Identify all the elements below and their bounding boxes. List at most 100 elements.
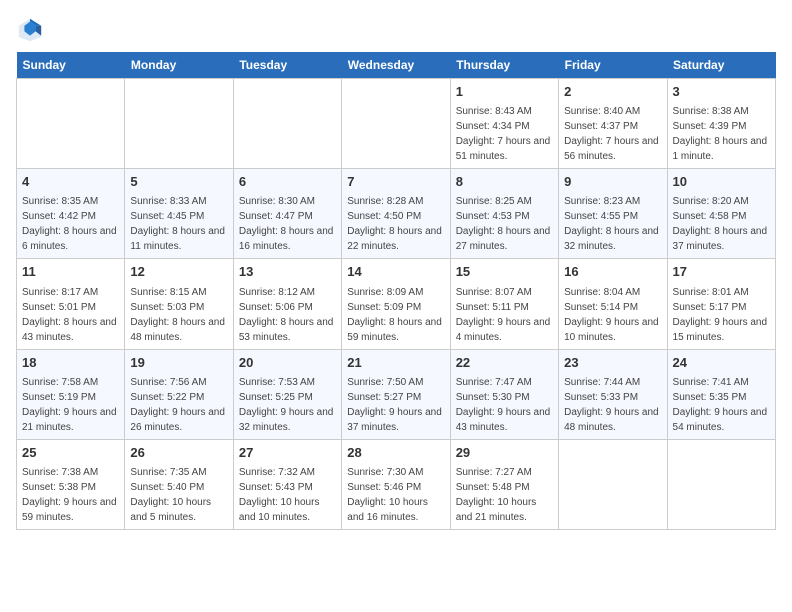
day-number: 1 [456,83,553,101]
day-number: 13 [239,263,336,281]
day-number: 11 [22,263,119,281]
calendar-table: SundayMondayTuesdayWednesdayThursdayFrid… [16,52,776,530]
calendar-cell: 21 Sunrise: 7:50 AMSunset: 5:27 PMDayligh… [342,349,450,439]
calendar-cell: 29 Sunrise: 7:27 AMSunset: 5:48 PMDayligh… [450,439,558,529]
day-number: 17 [673,263,770,281]
calendar-cell: 20 Sunrise: 7:53 AMSunset: 5:25 PMDayligh… [233,349,341,439]
day-info: Sunrise: 7:47 AMSunset: 5:30 PMDaylight:… [456,375,553,435]
calendar-week-row: 4 Sunrise: 8:35 AMSunset: 4:42 PMDaylight… [17,169,776,259]
calendar-cell: 25 Sunrise: 7:38 AMSunset: 5:38 PMDayligh… [17,439,125,529]
day-info: Sunrise: 7:27 AMSunset: 5:48 PMDaylight:… [456,465,553,525]
calendar-cell: 2 Sunrise: 8:40 AMSunset: 4:37 PMDaylight… [559,79,667,169]
calendar-cell: 26 Sunrise: 7:35 AMSunset: 5:40 PMDayligh… [125,439,233,529]
day-number: 24 [673,354,770,372]
day-info: Sunrise: 8:28 AMSunset: 4:50 PMDaylight:… [347,194,444,254]
day-number: 22 [456,354,553,372]
day-number: 9 [564,173,661,191]
weekday-header-monday: Monday [125,52,233,79]
calendar-cell: 12 Sunrise: 8:15 AMSunset: 5:03 PMDayligh… [125,259,233,349]
calendar-cell: 11 Sunrise: 8:17 AMSunset: 5:01 PMDayligh… [17,259,125,349]
day-number: 26 [130,444,227,462]
day-number: 20 [239,354,336,372]
calendar-cell: 17Sunrise: 8:01 AMSunset: 5:17 PMDayligh… [667,259,775,349]
calendar-cell: 16Sunrise: 8:04 AMSunset: 5:14 PMDayligh… [559,259,667,349]
day-number: 12 [130,263,227,281]
calendar-cell: 5 Sunrise: 8:33 AMSunset: 4:45 PMDaylight… [125,169,233,259]
calendar-cell: 23 Sunrise: 7:44 AMSunset: 5:33 PMDayligh… [559,349,667,439]
day-info: Sunrise: 7:53 AMSunset: 5:25 PMDaylight:… [239,375,336,435]
weekday-header-row: SundayMondayTuesdayWednesdayThursdayFrid… [17,52,776,79]
day-info: Sunrise: 8:07 AMSunset: 5:11 PMDaylight:… [456,285,553,345]
day-info: Sunrise: 7:41 AMSunset: 5:35 PMDaylight:… [673,375,770,435]
day-info: Sunrise: 8:23 AMSunset: 4:55 PMDaylight:… [564,194,661,254]
weekday-header-saturday: Saturday [667,52,775,79]
day-number: 19 [130,354,227,372]
day-info: Sunrise: 8:38 AMSunset: 4:39 PMDaylight:… [673,104,770,164]
calendar-cell [125,79,233,169]
calendar-cell: 27 Sunrise: 7:32 AMSunset: 5:43 PMDayligh… [233,439,341,529]
calendar-cell: 14Sunrise: 8:09 AMSunset: 5:09 PMDayligh… [342,259,450,349]
day-info: Sunrise: 8:25 AMSunset: 4:53 PMDaylight:… [456,194,553,254]
day-number: 10 [673,173,770,191]
day-info: Sunrise: 8:40 AMSunset: 4:37 PMDaylight:… [564,104,661,164]
calendar-cell: 22 Sunrise: 7:47 AMSunset: 5:30 PMDayligh… [450,349,558,439]
day-number: 21 [347,354,444,372]
calendar-cell [559,439,667,529]
calendar-cell: 19 Sunrise: 7:56 AMSunset: 5:22 PMDayligh… [125,349,233,439]
day-info: Sunrise: 7:38 AMSunset: 5:38 PMDaylight:… [22,465,119,525]
calendar-cell: 9 Sunrise: 8:23 AMSunset: 4:55 PMDaylight… [559,169,667,259]
day-info: Sunrise: 7:50 AMSunset: 5:27 PMDaylight:… [347,375,444,435]
calendar-week-row: 18Sunrise: 7:58 AMSunset: 5:19 PMDayligh… [17,349,776,439]
day-number: 5 [130,173,227,191]
day-number: 14 [347,263,444,281]
calendar-cell: 6 Sunrise: 8:30 AMSunset: 4:47 PMDaylight… [233,169,341,259]
day-info: Sunrise: 8:35 AMSunset: 4:42 PMDaylight:… [22,194,119,254]
weekday-header-sunday: Sunday [17,52,125,79]
day-number: 7 [347,173,444,191]
day-info: Sunrise: 8:43 AMSunset: 4:34 PMDaylight:… [456,104,553,164]
weekday-header-tuesday: Tuesday [233,52,341,79]
day-info: Sunrise: 8:12 AMSunset: 5:06 PMDaylight:… [239,285,336,345]
calendar-cell: 10Sunrise: 8:20 AMSunset: 4:58 PMDayligh… [667,169,775,259]
day-number: 4 [22,173,119,191]
day-info: Sunrise: 7:56 AMSunset: 5:22 PMDaylight:… [130,375,227,435]
day-info: Sunrise: 7:35 AMSunset: 5:40 PMDaylight:… [130,465,227,525]
logo [16,16,48,44]
day-number: 6 [239,173,336,191]
logo-icon [16,16,44,44]
calendar-cell: 15Sunrise: 8:07 AMSunset: 5:11 PMDayligh… [450,259,558,349]
day-number: 23 [564,354,661,372]
day-info: Sunrise: 7:44 AMSunset: 5:33 PMDaylight:… [564,375,661,435]
day-number: 28 [347,444,444,462]
day-number: 3 [673,83,770,101]
day-number: 27 [239,444,336,462]
day-info: Sunrise: 8:04 AMSunset: 5:14 PMDaylight:… [564,285,661,345]
day-info: Sunrise: 8:33 AMSunset: 4:45 PMDaylight:… [130,194,227,254]
calendar-cell [233,79,341,169]
calendar-cell: 13 Sunrise: 8:12 AMSunset: 5:06 PMDayligh… [233,259,341,349]
day-number: 18 [22,354,119,372]
day-number: 25 [22,444,119,462]
day-info: Sunrise: 8:17 AMSunset: 5:01 PMDaylight:… [22,285,119,345]
day-number: 2 [564,83,661,101]
calendar-cell: 4 Sunrise: 8:35 AMSunset: 4:42 PMDaylight… [17,169,125,259]
day-info: Sunrise: 8:15 AMSunset: 5:03 PMDaylight:… [130,285,227,345]
day-number: 8 [456,173,553,191]
calendar-cell: 24 Sunrise: 7:41 AMSunset: 5:35 PMDayligh… [667,349,775,439]
day-info: Sunrise: 7:30 AMSunset: 5:46 PMDaylight:… [347,465,444,525]
day-number: 29 [456,444,553,462]
calendar-cell: 1 Sunrise: 8:43 AMSunset: 4:34 PMDaylight… [450,79,558,169]
calendar-cell [667,439,775,529]
calendar-cell: 28 Sunrise: 7:30 AMSunset: 5:46 PMDayligh… [342,439,450,529]
calendar-week-row: 1 Sunrise: 8:43 AMSunset: 4:34 PMDaylight… [17,79,776,169]
weekday-header-friday: Friday [559,52,667,79]
calendar-cell: 18Sunrise: 7:58 AMSunset: 5:19 PMDayligh… [17,349,125,439]
day-info: Sunrise: 7:32 AMSunset: 5:43 PMDaylight:… [239,465,336,525]
calendar-cell: 8 Sunrise: 8:25 AMSunset: 4:53 PMDaylight… [450,169,558,259]
calendar-cell: 7 Sunrise: 8:28 AMSunset: 4:50 PMDaylight… [342,169,450,259]
day-info: Sunrise: 8:30 AMSunset: 4:47 PMDaylight:… [239,194,336,254]
weekday-header-thursday: Thursday [450,52,558,79]
calendar-week-row: 11 Sunrise: 8:17 AMSunset: 5:01 PMDayligh… [17,259,776,349]
weekday-header-wednesday: Wednesday [342,52,450,79]
calendar-cell [342,79,450,169]
